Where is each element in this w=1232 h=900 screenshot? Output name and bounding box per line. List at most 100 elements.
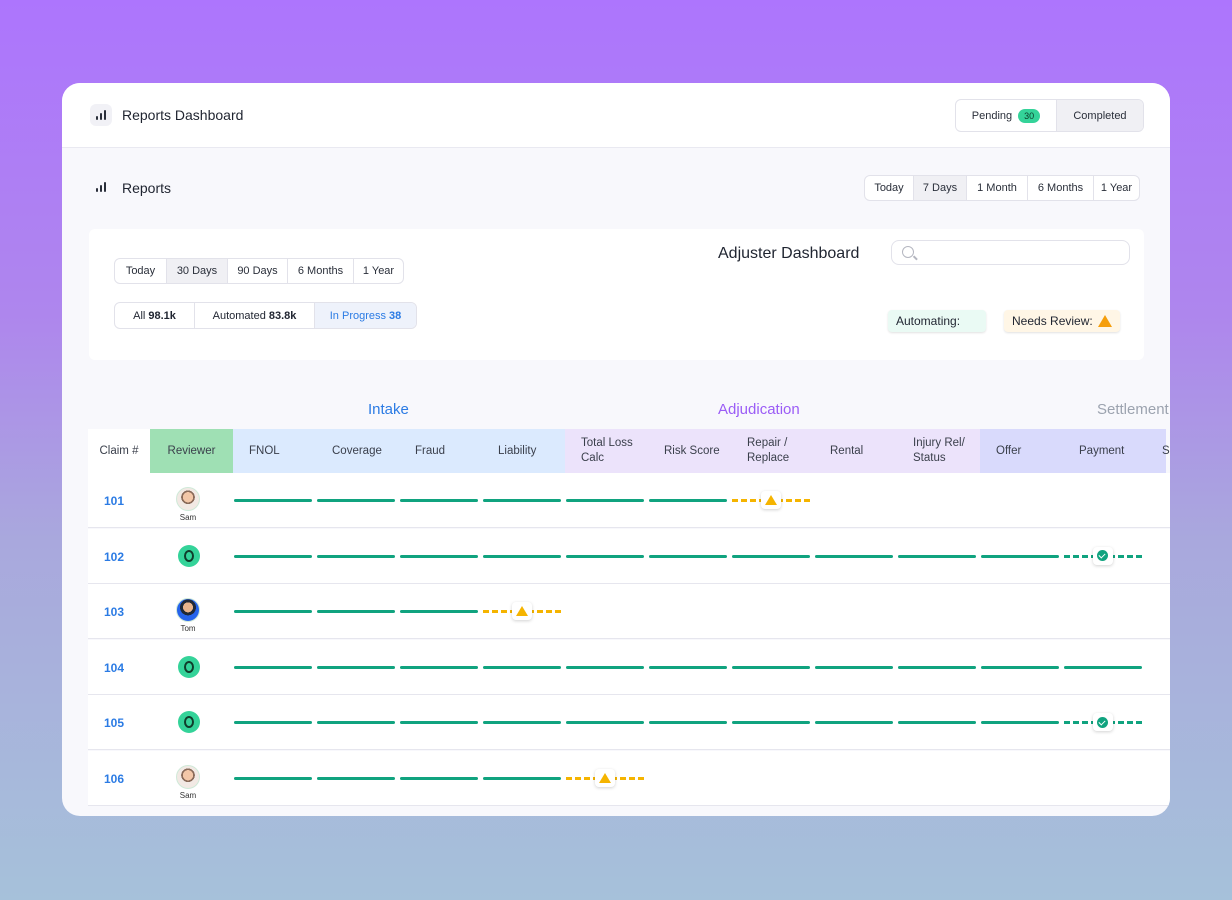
claim-link[interactable]: 102	[104, 550, 124, 564]
stage-complete-line	[981, 665, 1059, 669]
group-intake: Intake	[368, 401, 409, 418]
pending-label: Pending	[971, 109, 1013, 122]
stage-complete-line	[317, 554, 395, 558]
stage-complete-line	[566, 499, 644, 502]
count-label: All	[133, 309, 146, 322]
range-option-1-year[interactable]: 1 Year	[354, 259, 403, 283]
automation-bot-icon	[178, 711, 200, 733]
warning-icon	[515, 606, 528, 616]
needs-review-legend: Needs Review:	[1004, 310, 1120, 332]
claim-link[interactable]: 101	[104, 494, 124, 508]
table-row[interactable]: 101 Sam	[88, 473, 1170, 528]
column-header-liability: Liability	[482, 429, 565, 473]
claim-link[interactable]: 104	[104, 661, 124, 675]
claim-link[interactable]: 103	[104, 605, 124, 619]
stage-complete-line	[483, 499, 561, 502]
column-header-repair-replace: Repair / Replace	[731, 429, 814, 473]
warning-icon	[1097, 315, 1112, 327]
range-option-today[interactable]: Today	[865, 176, 914, 200]
count-filter-all[interactable]: All 98.1k	[115, 303, 195, 328]
claim-link[interactable]: 106	[104, 772, 124, 786]
column-header-rental: Rental	[814, 429, 897, 473]
reports-chart-icon	[90, 176, 112, 198]
avatar[interactable]	[176, 764, 200, 789]
avatar[interactable]	[176, 598, 200, 622]
reviewer-name: Sam	[179, 790, 197, 800]
range-option-6-months[interactable]: 6 Months	[1028, 176, 1094, 200]
claim-link[interactable]: 105	[104, 716, 124, 730]
stage-complete-line	[317, 499, 395, 502]
stage-complete-line	[483, 665, 561, 669]
check-circle-icon	[1097, 550, 1108, 561]
column-header-offer: Offer	[980, 429, 1063, 473]
table-row[interactable]: 103 Tom	[88, 584, 1170, 639]
table-row[interactable]: 102	[88, 528, 1170, 584]
range-option-30-days[interactable]: 30 Days	[167, 259, 228, 283]
automation-bot-icon	[178, 655, 200, 678]
column-header-coverage: Coverage	[316, 429, 399, 473]
column-header-s: S	[1146, 429, 1170, 473]
completed-tab[interactable]: Completed	[1056, 100, 1143, 131]
stage-complete-line	[649, 721, 727, 724]
search-icon	[902, 246, 914, 258]
range-option-7-days[interactable]: 7 Days	[914, 176, 967, 200]
warning-icon	[764, 495, 777, 505]
check-badge[interactable]	[1092, 546, 1113, 565]
range-option-6-months[interactable]: 6 Months	[288, 259, 354, 283]
stage-complete-line	[815, 665, 893, 669]
stage-complete-line	[898, 554, 976, 558]
stage-complete-line	[234, 610, 312, 613]
column-header-reviewer: Reviewer	[150, 429, 233, 473]
column-header-claim: Claim #	[88, 429, 150, 473]
count-filter-in-progress[interactable]: In Progress 38	[315, 303, 416, 328]
stage-complete-line	[400, 499, 478, 502]
stage-complete-line	[732, 721, 810, 724]
table-row[interactable]: 104	[88, 639, 1170, 695]
stage-complete-line	[483, 554, 561, 558]
bar-chart-icon	[90, 104, 112, 126]
column-header-fnol: FNOL	[233, 429, 316, 473]
range-option-90-days[interactable]: 90 Days	[228, 259, 288, 283]
stage-complete-line	[400, 610, 478, 613]
stage-complete-line	[815, 721, 893, 724]
reports-title: Reports	[122, 180, 172, 196]
automating-legend: Automating:	[888, 310, 987, 332]
stage-complete-line	[400, 665, 478, 669]
group-settlement: Settlement	[1097, 401, 1169, 418]
range-option-1-year[interactable]: 1 Year	[1094, 176, 1139, 200]
warning-badge[interactable]	[760, 491, 781, 509]
count-value: 98.1k	[148, 309, 176, 322]
stage-complete-line	[566, 554, 644, 558]
stage-complete-line	[566, 665, 644, 669]
reviewer-name: Sam	[179, 513, 197, 522]
reports-range-selector: Today 7 Days 1 Month 6 Months 1 Year	[864, 175, 1140, 201]
stage-complete-line	[317, 665, 395, 669]
adjuster-title: Adjuster Dashboard	[718, 245, 860, 262]
check-circle-icon	[1097, 716, 1108, 728]
stage-complete-line	[649, 499, 727, 502]
search-input[interactable]	[891, 240, 1130, 265]
pending-tab[interactable]: Pending 30	[956, 100, 1057, 131]
count-filter-automated[interactable]: Automated 83.8k	[195, 303, 315, 328]
avatar[interactable]	[176, 487, 200, 511]
warning-badge[interactable]	[594, 768, 615, 787]
pending-count-badge: 30	[1018, 108, 1041, 123]
stage-complete-line	[400, 554, 478, 558]
column-header-injury-rel-status: Injury Rel/ Status	[897, 429, 980, 473]
automation-bot-icon	[178, 544, 200, 567]
range-option-1-month[interactable]: 1 Month	[967, 176, 1028, 200]
stage-complete-line	[1064, 665, 1142, 669]
stage-complete-line	[981, 554, 1059, 558]
table-row[interactable]: 105	[88, 695, 1170, 750]
check-badge[interactable]	[1092, 713, 1113, 731]
stage-complete-line	[732, 554, 810, 558]
range-option-today[interactable]: Today	[115, 259, 167, 283]
stage-complete-line	[317, 721, 395, 724]
stage-complete-line	[234, 776, 312, 780]
warning-icon	[598, 772, 611, 783]
column-header-payment: Payment	[1063, 429, 1146, 473]
stage-complete-line	[815, 554, 893, 558]
stage-complete-line	[317, 610, 395, 613]
table-row[interactable]: 106 Sam	[88, 750, 1170, 806]
warning-badge[interactable]	[511, 602, 532, 620]
